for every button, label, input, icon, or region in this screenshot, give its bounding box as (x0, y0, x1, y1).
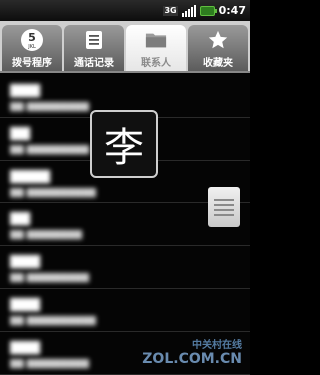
fast-scroll-thumb[interactable] (208, 187, 240, 227)
call-log-icon (83, 29, 105, 51)
contact-detail: ▇▇ ▇▇▇▇▇▇▇▇▇▇ (10, 187, 96, 198)
tab-dialer[interactable]: 5 JKL 拨号程序 (2, 25, 62, 71)
tab-favorites-label: 收藏夹 (203, 58, 233, 69)
tab-contacts-label: 联系人 (141, 58, 171, 69)
contact-detail: ▇▇ ▇▇▇▇▇▇▇▇▇▇ (10, 315, 96, 326)
contact-name: ▇▇▇ (10, 339, 40, 355)
status-time: 0:47 (218, 4, 246, 17)
contact-name: ▇▇▇ (10, 83, 40, 98)
tab-call-log[interactable]: 通话记录 (64, 25, 124, 71)
contact-name: ▇▇▇ (10, 254, 40, 270)
tab-contacts[interactable]: 联系人 (126, 25, 186, 71)
dialpad-digit: 5 (28, 30, 36, 44)
watermark: 中关村在线 ZOL.COM.CN (142, 336, 242, 367)
dialpad-letters: JKL (28, 43, 36, 50)
contact-detail: ▇▇ ▇▇▇▇▇▇▇▇ (10, 230, 83, 241)
dialpad-icon: 5 JKL (21, 29, 43, 51)
tab-dialer-label: 拨号程序 (12, 58, 52, 69)
watermark-url: ZOL.COM.CN (142, 351, 242, 367)
contacts-folder-icon (145, 29, 167, 51)
tab-bar: 5 JKL 拨号程序 通话记录 联系人 收藏夹 (0, 21, 250, 73)
index-letter-popup: 李 (90, 110, 158, 178)
battery-icon (199, 5, 217, 16)
watermark-cn: 中关村在线 (192, 340, 242, 351)
contact-detail: ▇▇ ▇▇▇▇▇▇▇▇▇ (10, 273, 89, 284)
tab-favorites[interactable]: 收藏夹 (188, 25, 248, 71)
star-icon (207, 29, 229, 51)
list-item[interactable]: ▇▇▇ ▇▇ ▇▇▇▇▇▇▇▇▇▇ (0, 289, 250, 332)
index-letter: 李 (104, 125, 144, 171)
list-item[interactable]: ▇▇▇ ▇▇ ▇▇▇▇▇▇▇▇▇ (0, 246, 250, 289)
contacts-screen: 3G 0:47 5 JKL 拨号程序 通话记录 联系人 收藏夹 ▇▇▇ ▇▇ ▇… (0, 0, 250, 375)
contact-detail: ▇▇ ▇▇▇▇▇▇▇▇▇ (10, 358, 89, 369)
contact-name: ▇▇ (10, 211, 30, 227)
tab-call-log-label: 通话记录 (74, 58, 114, 69)
status-bar: 3G 0:47 (0, 0, 250, 21)
network-type-indicator: 3G (163, 5, 178, 16)
contact-name: ▇▇▇ (10, 296, 40, 312)
signal-icon (181, 4, 196, 17)
